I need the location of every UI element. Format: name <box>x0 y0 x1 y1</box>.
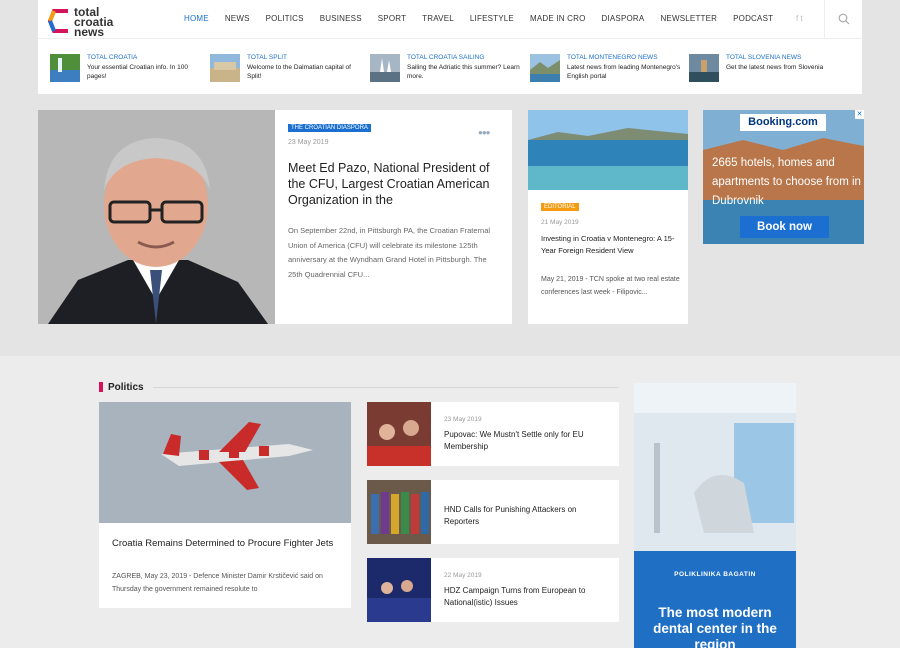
article-date: 21 May 2019 <box>541 219 579 226</box>
article-thumbnail <box>367 402 431 466</box>
article-title[interactable]: HDZ Campaign Turns from European to Nati… <box>444 585 608 609</box>
nav-politics[interactable]: Politics <box>266 14 304 23</box>
logo-mark-icon <box>48 9 68 33</box>
nav-sport[interactable]: Sport <box>378 14 406 23</box>
site-header: total croatia news Home News Politics Bu… <box>38 0 862 94</box>
portal-thumbnail <box>370 54 400 82</box>
nav-lifestyle[interactable]: Lifestyle <box>470 14 514 23</box>
article-title[interactable]: Croatia Remains Determined to Procure Fi… <box>112 538 338 550</box>
article-photo[interactable] <box>99 402 351 523</box>
article-title[interactable]: Meet Ed Pazo, National President of the … <box>288 160 500 208</box>
portal-title: TOTAL CROATIA <box>87 54 138 61</box>
nav-made-in-cro[interactable]: Made in CRO <box>530 14 586 23</box>
nav-business[interactable]: Business <box>320 14 362 23</box>
portal-title: TOTAL MONTENEGRO NEWS <box>567 54 658 61</box>
article-date: 23 May 2019 <box>288 139 329 146</box>
politics-list-item[interactable]: 22 May 2019 HDZ Campaign Turns from Euro… <box>367 558 619 622</box>
featured-photo[interactable] <box>38 110 275 324</box>
section-title[interactable]: Politics <box>108 382 144 393</box>
portal-description: Latest news from leading Montenegro's En… <box>567 64 681 80</box>
ad-text: 2665 hotels, homes and apartments to cho… <box>712 157 861 207</box>
portal-description: Your essential Croatian info. In 100 pag… <box>87 64 188 80</box>
close-icon[interactable]: ✕ <box>855 110 864 119</box>
book-now-button[interactable]: Book now <box>740 216 829 238</box>
section-divider <box>153 387 619 388</box>
portal-thumbnail <box>689 54 719 82</box>
article-title[interactable]: HND Calls for Punishing Attackers on Rep… <box>444 504 608 528</box>
article-date: 22 May 2019 <box>444 572 482 579</box>
header-divider <box>38 38 862 39</box>
article-excerpt: May 21, 2019 - TCN spoke at two real est… <box>541 276 680 296</box>
social-icons[interactable]: f t <box>796 14 803 23</box>
nav-home[interactable]: Home <box>184 14 209 23</box>
booking-ad[interactable]: Booking.com 2665 hotels, homes and apart… <box>703 110 864 244</box>
portal-total-split[interactable]: TOTAL SPLIT Welcome to the Dalmatian cap… <box>210 52 360 84</box>
featured-article: THE CROATIAN DIASPORA ●●● 23 May 2019 Me… <box>275 110 512 324</box>
more-dots-icon[interactable]: ●●● <box>478 128 490 137</box>
article-date: 23 May 2019 <box>444 416 482 423</box>
coast-image <box>528 110 688 190</box>
dental-ad[interactable]: POLIKLINIKA BAGATIN The most modern dent… <box>634 383 796 648</box>
dental-logo: POLIKLINIKA BAGATIN <box>674 571 756 578</box>
editorial-photo[interactable] <box>528 110 688 190</box>
portal-total-montenegro-news[interactable]: TOTAL MONTENEGRO NEWS Latest news from l… <box>530 52 680 84</box>
portal-title: TOTAL SPLIT <box>247 54 287 61</box>
nav-news[interactable]: News <box>225 14 250 23</box>
portal-thumbnail <box>210 54 240 82</box>
fighter-jet-image <box>99 402 351 523</box>
logo-text: total croatia news <box>74 6 113 38</box>
editorial-article: EDITORIAL 21 May 2019 Investing in Croat… <box>528 190 688 324</box>
article-title[interactable]: Pupovac: We Mustn't Settle only for EU M… <box>444 429 608 453</box>
article-thumbnail <box>367 558 431 622</box>
ad-text: The most modern dental center in the reg… <box>653 605 777 648</box>
booking-logo: Booking.com <box>740 114 826 131</box>
nav-newsletter[interactable]: Newsletter <box>660 14 717 23</box>
politics-list-item[interactable]: 23 May 2019 Pupovac: We Mustn't Settle o… <box>367 402 619 466</box>
article-title[interactable]: Investing in Croatia v Montenegro: A 15-… <box>541 233 681 256</box>
nav-podcast[interactable]: Podcast <box>733 14 773 23</box>
politics-main-article: Croatia Remains Determined to Procure Fi… <box>99 402 351 608</box>
nav-travel[interactable]: Travel <box>422 14 454 23</box>
portrait-image <box>38 110 275 324</box>
category-badge[interactable]: EDITORIAL <box>541 203 579 211</box>
portal-description: Sailing the Adriatic this summer? Learn … <box>407 64 520 80</box>
portal-description: Welcome to the Dalmatian capital of Spli… <box>247 64 351 80</box>
site-logo[interactable]: total croatia news <box>48 5 128 38</box>
section-marker <box>99 382 103 392</box>
main-nav: Home News Politics Business Sport Travel… <box>184 14 789 23</box>
portal-title: TOTAL SLOVENIA NEWS <box>726 54 802 61</box>
search-button[interactable] <box>824 0 862 38</box>
search-icon <box>838 13 849 25</box>
portal-thumbnail <box>50 54 80 82</box>
portal-thumbnail <box>530 54 560 82</box>
article-thumbnail <box>367 480 431 544</box>
article-excerpt: On September 22nd, in Pittsburgh PA, the… <box>288 226 491 279</box>
politics-list-item[interactable]: HND Calls for Punishing Attackers on Rep… <box>367 480 619 544</box>
nav-diaspora[interactable]: Diaspora <box>602 14 645 23</box>
portal-total-croatia[interactable]: TOTAL CROATIA Your essential Croatian in… <box>50 52 200 84</box>
portal-description: Get the latest news from Slovenia <box>726 64 824 71</box>
portal-title: TOTAL CROATIA SAILING <box>407 54 485 61</box>
portal-total-croatia-sailing[interactable]: TOTAL CROATIA SAILING Sailing the Adriat… <box>370 52 520 84</box>
article-excerpt: ZAGREB, May 23, 2019 - Defence Minister … <box>112 573 323 593</box>
portal-total-slovenia-news[interactable]: TOTAL SLOVENIA NEWS Get the latest news … <box>689 52 839 84</box>
category-badge[interactable]: THE CROATIAN DIASPORA <box>288 124 371 132</box>
